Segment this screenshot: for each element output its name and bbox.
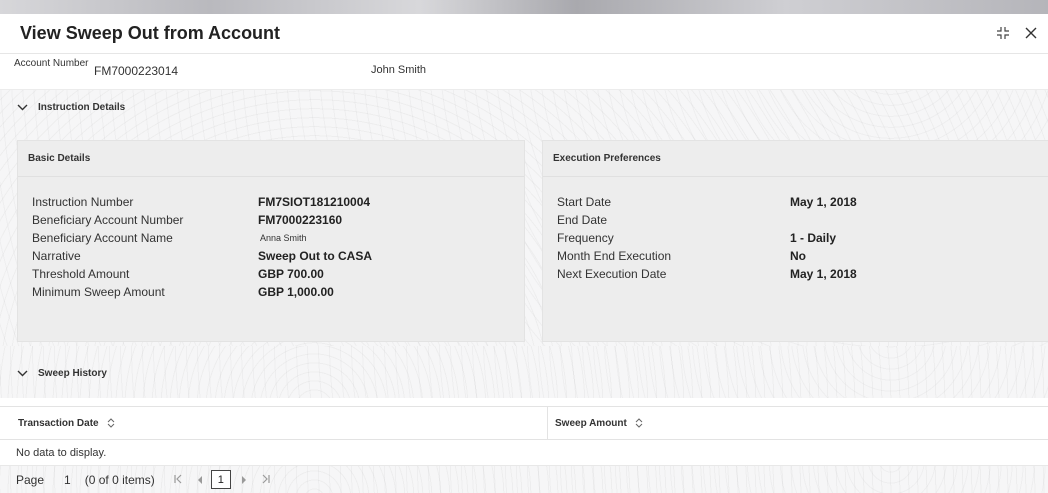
threshold-amount-value: GBP 700.00 xyxy=(258,267,324,281)
basic-details-panel: Basic Details Instruction Number FM7SIOT… xyxy=(17,140,525,342)
window-controls xyxy=(994,24,1040,42)
chevron-down-icon[interactable] xyxy=(16,101,28,113)
execution-preferences-panel: Execution Preferences Start Date May 1, … xyxy=(542,140,1048,342)
execution-preferences-title: Execution Preferences xyxy=(543,141,1048,177)
page-title: View Sweep Out from Account xyxy=(20,23,281,43)
instruction-details-section: Instruction Details Basic Details Instru… xyxy=(0,90,1048,346)
detail-row: Beneficiary Account Name Anna Smith xyxy=(32,229,372,247)
beneficiary-account-name-value: Anna Smith xyxy=(260,233,307,243)
narrative-value: Sweep Out to CASA xyxy=(258,249,373,263)
column-header-label: Sweep Amount xyxy=(555,418,627,429)
detail-row: Threshold Amount GBP 700.00 xyxy=(32,265,372,283)
last-page-icon[interactable] xyxy=(261,473,271,487)
next-execution-date-label: Next Execution Date xyxy=(557,267,667,281)
items-count: (0 of 0 items) xyxy=(84,472,155,487)
title-bar: View Sweep Out from Account xyxy=(0,14,1048,54)
beneficiary-account-number-label: Beneficiary Account Number xyxy=(32,213,184,227)
execution-preferences-rows: Start Date May 1, 2018 End Date Frequenc… xyxy=(557,193,857,283)
basic-details-rows: Instruction Number FM7SIOT181210004 Bene… xyxy=(32,193,372,301)
minimum-sweep-amount-label: Minimum Sweep Amount xyxy=(32,285,165,299)
frequency-label: Frequency xyxy=(557,231,614,245)
empty-table-message: No data to display. xyxy=(0,440,1048,466)
top-banner-strip xyxy=(0,0,1048,14)
detail-row: Next Execution Date May 1, 2018 xyxy=(557,265,857,283)
end-date-label: End Date xyxy=(557,213,608,227)
account-summary: Account Number FM7000223014 John Smith xyxy=(0,54,1048,90)
pagination-bar: Page 1 (0 of 0 items) 1 xyxy=(0,466,1048,493)
page-label: Page xyxy=(16,472,45,487)
sweep-history-title: Sweep History xyxy=(38,367,107,379)
month-end-execution-label: Month End Execution xyxy=(557,249,672,263)
frequency-value: 1 - Daily xyxy=(790,231,837,245)
first-page-icon[interactable] xyxy=(173,473,183,487)
detail-row: Minimum Sweep Amount GBP 1,000.00 xyxy=(32,283,372,301)
account-number-value: FM7000223014 xyxy=(94,64,179,78)
minimum-sweep-amount-value: GBP 1,000.00 xyxy=(258,285,334,299)
start-date-label: Start Date xyxy=(557,195,612,209)
detail-row: Narrative Sweep Out to CASA xyxy=(32,247,372,265)
basic-details-title: Basic Details xyxy=(18,141,524,177)
page-number: 1 xyxy=(64,472,71,487)
chevron-down-icon[interactable] xyxy=(16,367,28,379)
current-page-box[interactable]: 1 xyxy=(210,470,231,489)
next-page-icon[interactable] xyxy=(241,473,247,487)
threshold-amount-label: Threshold Amount xyxy=(32,267,130,281)
previous-page-icon[interactable] xyxy=(197,473,203,487)
next-execution-date-value: May 1, 2018 xyxy=(790,267,857,281)
beneficiary-account-number-value: FM7000223160 xyxy=(258,213,343,227)
column-divider xyxy=(547,407,548,440)
start-date-value: May 1, 2018 xyxy=(790,195,857,209)
column-header-sweep-amount[interactable]: Sweep Amount xyxy=(555,407,643,440)
sweep-history-section: Sweep History xyxy=(0,346,1048,398)
sweep-history-header[interactable]: Sweep History xyxy=(0,356,1048,390)
detail-row: End Date xyxy=(557,211,857,229)
instruction-details-header[interactable]: Instruction Details xyxy=(0,90,1048,124)
sort-icon[interactable] xyxy=(107,417,115,430)
expand-icon[interactable] xyxy=(994,24,1012,42)
sort-icon[interactable] xyxy=(635,417,643,430)
close-icon[interactable] xyxy=(1022,24,1040,42)
detail-row: Month End Execution No xyxy=(557,247,857,265)
instruction-number-label: Instruction Number xyxy=(32,195,134,209)
month-end-execution-value: No xyxy=(790,249,806,263)
narrative-label: Narrative xyxy=(32,249,81,263)
beneficiary-account-name-label: Beneficiary Account Name xyxy=(32,231,173,245)
detail-row: Beneficiary Account Number FM7000223160 xyxy=(32,211,372,229)
column-header-label: Transaction Date xyxy=(18,418,99,429)
instruction-number-value: FM7SIOT181210004 xyxy=(258,195,371,209)
column-header-transaction-date[interactable]: Transaction Date xyxy=(18,407,115,440)
sweep-history-table-header: Transaction Date Sweep Amount xyxy=(0,406,1048,440)
instruction-details-title: Instruction Details xyxy=(38,101,126,113)
detail-row: Instruction Number FM7SIOT181210004 xyxy=(32,193,372,211)
account-number-label: Account Number xyxy=(14,58,89,69)
account-holder-name: John Smith xyxy=(371,64,427,76)
detail-row: Frequency 1 - Daily xyxy=(557,229,857,247)
detail-row: Start Date May 1, 2018 xyxy=(557,193,857,211)
